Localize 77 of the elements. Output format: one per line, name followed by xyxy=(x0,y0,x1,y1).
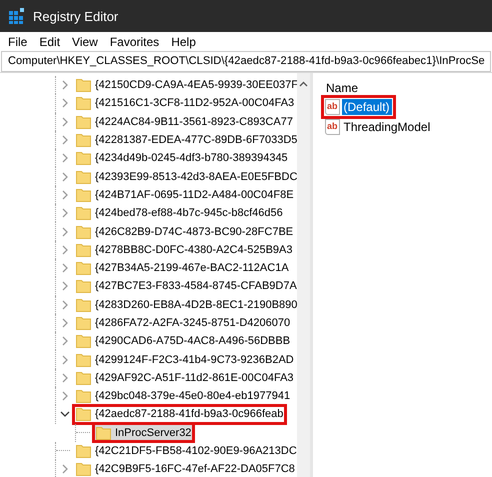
folder-icon xyxy=(76,242,91,258)
folder-icon xyxy=(76,406,91,422)
tree-item[interactable]: InProcServer32 xyxy=(94,424,194,442)
menu-item[interactable]: Edit xyxy=(33,34,66,48)
tree-item[interactable]: {426C82B9-D74C-4873-BC90-28FC7BE xyxy=(74,223,296,240)
tree-item[interactable]: {429AF92C-A51F-11d2-861E-00C04FA3 xyxy=(74,369,296,386)
tree-item[interactable]: {4283D260-EB8A-4D2B-8EC1-2190B890 xyxy=(74,296,297,314)
folder-icon xyxy=(76,388,91,404)
expand-chevron-icon[interactable] xyxy=(60,244,70,255)
scrollbar[interactable] xyxy=(297,73,310,477)
string-value-icon: ab xyxy=(325,119,340,135)
folder-icon xyxy=(76,461,91,477)
folder-icon xyxy=(76,77,91,94)
menu-item[interactable]: Help xyxy=(165,34,202,48)
folder-icon xyxy=(76,296,91,313)
folder-icon xyxy=(96,424,111,441)
tree-item[interactable]: {4286FA72-A2FA-3245-8751-D4206070 xyxy=(74,314,292,332)
tree-item[interactable]: {429bc048-379e-45e0-80e4-eb1977941 xyxy=(74,388,292,405)
tree-item[interactable]: {42C21DF5-FB58-4102-90E9-96A213DC xyxy=(74,442,297,460)
column-header[interactable]: Name xyxy=(323,81,358,95)
expand-chevron-icon[interactable] xyxy=(60,135,70,146)
tree-item[interactable]: {424bed78-ef88-4b7c-945c-b8cf46d56 xyxy=(74,204,285,222)
folder-icon xyxy=(76,186,91,203)
tree-item[interactable]: {42C9B9F5-16FC-47ef-AF22-DA05F7C8 xyxy=(74,460,297,477)
expand-chevron-icon[interactable] xyxy=(60,208,70,218)
tree-item[interactable]: {427BC7E3-F833-4584-8745-CFAB9D7A xyxy=(74,278,297,295)
expand-chevron-icon[interactable] xyxy=(60,80,70,90)
folder-icon xyxy=(76,168,91,185)
tree-item[interactable]: {421516C1-3CF8-11D2-952A-00C04FA3 xyxy=(74,94,296,112)
expand-chevron-icon[interactable] xyxy=(60,172,70,182)
tree-item[interactable]: {427B34A5-2199-467e-BAC2-112AC1A xyxy=(74,260,291,277)
expand-chevron-icon[interactable] xyxy=(60,226,70,237)
folder-icon xyxy=(76,114,91,130)
tree-item[interactable]: {4224AC84-9B11-3561-8923-C893CA77 xyxy=(74,113,295,130)
folder-icon xyxy=(76,278,91,294)
address-bar[interactable]: Computer\HKEY_CLASSES_ROOT\CLSID\{42aedc87-2188-41fd-b9a3-0c966feabec1}\InProcSe xyxy=(1,51,491,72)
value-item[interactable]: ab ThreadingModel xyxy=(323,117,434,137)
tree-item[interactable]: {42aedc87-2188-41fd-b9a3-0c966feab xyxy=(74,406,286,423)
expand-chevron-icon[interactable] xyxy=(60,464,70,474)
menu-item[interactable]: Favorites xyxy=(104,34,166,48)
folder-icon xyxy=(76,260,91,276)
window-title: Registry Editor xyxy=(33,8,118,24)
tree-item[interactable]: {4299124F-F2C3-41b4-9C73-9236B2AD xyxy=(74,351,296,368)
folder-icon xyxy=(76,205,91,222)
collapse-chevron-icon[interactable] xyxy=(60,409,70,420)
tree-item[interactable]: {4278BB8C-D0FC-4380-A2C4-525B9A3 xyxy=(74,241,295,258)
tree-item[interactable]: {42281387-EDEA-477C-89DB-6F7033D5 xyxy=(74,132,297,149)
tree-item[interactable]: {4234d49b-0245-4df3-b780-389394345 xyxy=(74,150,290,167)
expand-chevron-icon[interactable] xyxy=(60,98,70,108)
expand-chevron-icon[interactable] xyxy=(60,263,70,274)
menu-item[interactable]: View xyxy=(66,34,104,48)
folder-icon xyxy=(76,352,91,368)
folder-icon xyxy=(76,443,91,460)
scroll-up-icon[interactable] xyxy=(299,81,308,87)
folder-icon xyxy=(76,315,91,331)
expand-chevron-icon[interactable] xyxy=(60,336,70,346)
folder-icon xyxy=(76,370,91,386)
expand-chevron-icon[interactable] xyxy=(60,391,70,402)
string-value-icon: ab xyxy=(325,99,340,115)
folder-icon xyxy=(76,132,91,148)
expand-chevron-icon[interactable] xyxy=(60,300,70,310)
folder-icon xyxy=(76,333,91,350)
folder-icon xyxy=(76,224,91,240)
folder-icon xyxy=(76,150,91,166)
expand-chevron-icon[interactable] xyxy=(60,281,70,292)
tree-item[interactable]: {424B71AF-0695-11D2-A484-00C04F8E xyxy=(74,186,296,204)
expand-chevron-icon[interactable] xyxy=(60,318,70,328)
expand-chevron-icon[interactable] xyxy=(60,372,70,383)
registry-icon xyxy=(9,8,25,24)
tree-item[interactable]: {42393E99-8513-42d3-8AEA-E0E5FBDC xyxy=(74,168,297,186)
expand-chevron-icon[interactable] xyxy=(60,116,70,127)
expand-chevron-icon[interactable] xyxy=(60,153,70,164)
folder-icon xyxy=(76,95,91,112)
tree-item[interactable]: {4290CAD6-A75D-4AC8-A496-56DBBB xyxy=(74,332,292,350)
menu-item[interactable]: File xyxy=(2,34,34,48)
expand-chevron-icon[interactable] xyxy=(60,354,70,365)
expand-chevron-icon[interactable] xyxy=(60,190,70,200)
